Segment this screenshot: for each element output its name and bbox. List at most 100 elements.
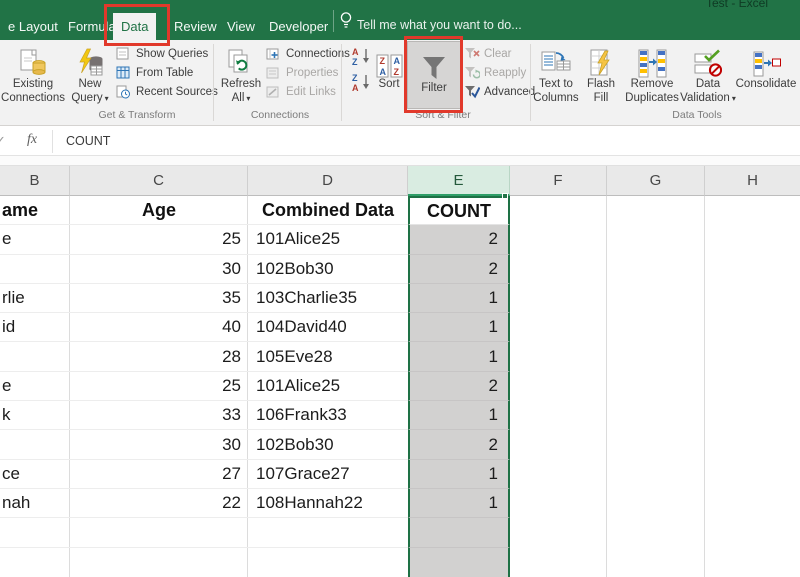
remove-duplicates-icon xyxy=(637,42,668,78)
column-header-h[interactable]: H xyxy=(705,166,800,196)
clear-filter-button[interactable]: Clear xyxy=(464,44,511,63)
insert-function-icon[interactable]: fx xyxy=(27,132,37,148)
data-validation-button[interactable]: Data Validation ▾ xyxy=(680,42,736,105)
cell-b9[interactable] xyxy=(0,430,70,460)
reapply-filter-button[interactable]: Reapply xyxy=(464,63,526,82)
cell-c1[interactable]: Age xyxy=(70,196,248,226)
cell-e12[interactable] xyxy=(408,518,510,548)
cell-c3[interactable]: 30 xyxy=(70,255,248,284)
cell-d8[interactable]: 106Frank33 xyxy=(248,401,408,431)
connections-button[interactable]: Connections xyxy=(266,44,350,63)
cell-b8[interactable]: k xyxy=(0,401,70,431)
cell-e9[interactable]: 2 xyxy=(408,430,510,460)
cell-e11[interactable]: 1 xyxy=(408,488,510,519)
enter-check-icon[interactable]: ✓ xyxy=(0,133,6,149)
flash-fill-button[interactable]: Flash Fill xyxy=(582,42,620,105)
cell-c12[interactable] xyxy=(70,518,248,548)
cell-d3[interactable]: 102Bob30 xyxy=(248,255,408,284)
cell-c5[interactable]: 40 xyxy=(70,313,248,343)
sort-ascending-button[interactable]: AZ xyxy=(352,46,372,67)
active-cell-e1[interactable]: COUNT xyxy=(408,196,510,226)
cell-e13[interactable] xyxy=(408,547,510,577)
table-row: rlie 35 103Charlie35 1 xyxy=(0,283,800,314)
table-row: e 25 101Alice25 2 xyxy=(0,225,800,255)
cell-e2[interactable]: 2 xyxy=(408,225,510,255)
formula-bar-input[interactable]: COUNT xyxy=(66,134,110,148)
table-row: id 40 104David40 1 xyxy=(0,313,800,343)
column-header-b[interactable]: B xyxy=(0,166,70,196)
cell-e8[interactable]: 1 xyxy=(408,401,510,431)
edit-links-button[interactable]: Edit Links xyxy=(266,82,336,101)
cell-e5[interactable]: 1 xyxy=(408,313,510,343)
cell-c2[interactable]: 25 xyxy=(70,225,248,255)
cell-c4[interactable]: 35 xyxy=(70,284,248,314)
cell-e3[interactable]: 2 xyxy=(408,254,510,284)
column-header-d[interactable]: D xyxy=(248,166,408,196)
column-header-e-selected[interactable]: E xyxy=(408,166,510,196)
from-table-button[interactable]: From Table xyxy=(116,63,193,82)
cell-d7[interactable]: 101Alice25 xyxy=(248,372,408,402)
cell-d5[interactable]: 104David40 xyxy=(248,313,408,343)
cell-b3[interactable] xyxy=(0,255,70,284)
consolidate-icon xyxy=(752,42,781,78)
refresh-all-button[interactable]: Refresh All ▾ xyxy=(218,42,264,105)
text-to-columns-button[interactable]: Text to Columns xyxy=(532,42,580,105)
filter-button[interactable]: Filter xyxy=(407,41,461,109)
cell-e10[interactable]: 1 xyxy=(408,459,510,489)
column-header-g[interactable]: G xyxy=(607,166,705,196)
cell-d9[interactable]: 102Bob30 xyxy=(248,430,408,460)
tab-page-layout[interactable]: e Layout xyxy=(0,13,66,40)
cell-d10[interactable]: 107Grace27 xyxy=(248,460,408,489)
show-queries-button[interactable]: Show Queries xyxy=(116,44,208,63)
cell-d12[interactable] xyxy=(248,518,408,548)
cell-e6[interactable]: 1 xyxy=(408,342,510,372)
table-row: 30 102Bob30 2 xyxy=(0,254,800,284)
tellme-divider xyxy=(333,10,334,32)
cell-c6[interactable]: 28 xyxy=(70,342,248,372)
cell-b2[interactable]: e xyxy=(0,225,70,255)
cell-b7[interactable]: e xyxy=(0,372,70,402)
existing-connections-button[interactable]: Existing Connections xyxy=(1,42,65,105)
remove-duplicates-button[interactable]: Remove Duplicates xyxy=(622,42,682,105)
column-header-f[interactable]: F xyxy=(510,166,607,196)
tab-view[interactable]: View xyxy=(219,13,263,40)
tab-review[interactable]: Review xyxy=(166,13,225,40)
cell-b10[interactable]: ce xyxy=(0,460,70,489)
new-query-button[interactable]: New Query ▾ xyxy=(66,42,114,105)
cell-b11[interactable]: nah xyxy=(0,489,70,519)
column-header-c[interactable]: C xyxy=(70,166,248,196)
cell-c10[interactable]: 27 xyxy=(70,460,248,489)
cell-d11[interactable]: 108Hannah22 xyxy=(248,489,408,519)
cell-c7[interactable]: 25 xyxy=(70,372,248,402)
cell-d1[interactable]: Combined Data xyxy=(248,196,408,226)
cell-d6[interactable]: 105Eve28 xyxy=(248,342,408,372)
cell-e7[interactable]: 2 xyxy=(408,371,510,402)
cell-b4[interactable]: rlie xyxy=(0,284,70,314)
cell-d13[interactable] xyxy=(248,548,408,577)
properties-button[interactable]: Properties xyxy=(266,63,338,82)
cell-c13[interactable] xyxy=(70,548,248,577)
tellme-box[interactable]: Tell me what you want to do... xyxy=(357,13,522,40)
tab-data[interactable]: Data xyxy=(113,13,157,40)
cell-e4[interactable]: 1 xyxy=(408,283,510,314)
svg-text:Z: Z xyxy=(379,56,385,66)
cell-d2[interactable]: 101Alice25 xyxy=(248,225,408,255)
advanced-filter-button[interactable]: Advanced xyxy=(464,82,535,101)
consolidate-button[interactable]: Consolidate xyxy=(734,42,798,92)
table-row xyxy=(0,547,800,577)
cell-d4[interactable]: 103Charlie35 xyxy=(248,284,408,314)
svg-text:A: A xyxy=(352,47,359,57)
cell-b5[interactable]: id xyxy=(0,313,70,343)
cell-c9[interactable]: 30 xyxy=(70,430,248,460)
cell-b6[interactable] xyxy=(0,342,70,372)
cell-b12[interactable] xyxy=(0,518,70,548)
cell-b1[interactable]: ame xyxy=(0,196,70,226)
sort-button[interactable]: ZAAZ Sort xyxy=(372,42,406,92)
sort-descending-button[interactable]: ZA xyxy=(352,72,372,93)
tab-developer[interactable]: Developer xyxy=(261,13,336,40)
cell-c8[interactable]: 33 xyxy=(70,401,248,431)
recent-sources-button[interactable]: Recent Sources xyxy=(116,82,218,101)
fill-handle[interactable] xyxy=(502,193,508,199)
cell-b13[interactable] xyxy=(0,548,70,577)
cell-c11[interactable]: 22 xyxy=(70,489,248,519)
